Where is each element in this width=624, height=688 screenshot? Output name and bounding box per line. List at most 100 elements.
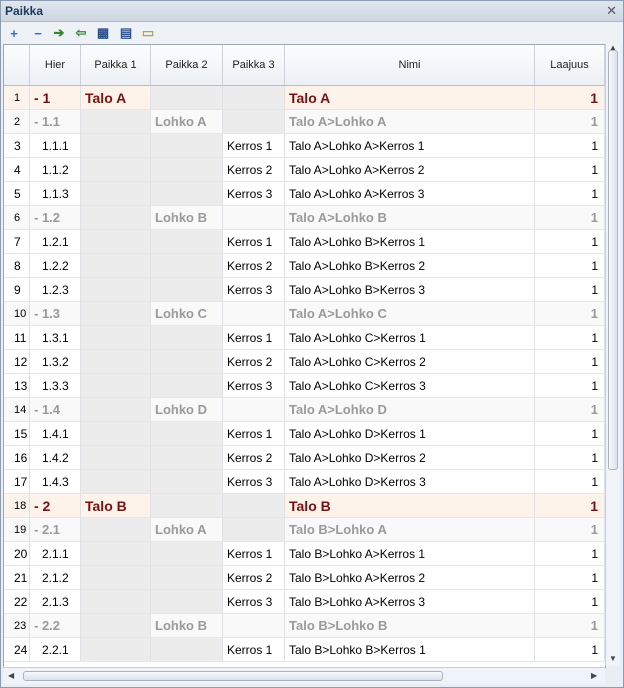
cell-p2[interactable]	[151, 278, 223, 301]
table-row[interactable]: 2- 1.1 Lohko A Talo A>Lohko A1	[4, 110, 605, 134]
table-row[interactable]: 11 1.3.1 Kerros 1 Talo A>Lohko C>Kerros 11	[4, 326, 605, 350]
cell-p2[interactable]	[151, 638, 223, 661]
cell-p3[interactable]	[223, 86, 285, 109]
cell-p1[interactable]	[81, 254, 151, 277]
table-row[interactable]: 22 2.1.3 Kerros 3 Talo B>Lohko A>Kerros 31	[4, 590, 605, 614]
cell-hier[interactable]: - 1.2	[30, 206, 81, 229]
cell-hier[interactable]: 1.3.3	[30, 374, 81, 397]
cell-p3[interactable]	[223, 494, 285, 517]
scroll-down-icon[interactable]: ▼	[609, 654, 617, 663]
cell-n[interactable]: 6	[4, 206, 30, 229]
cell-p3[interactable]: Kerros 2	[223, 158, 285, 181]
cell-nimi[interactable]: Talo A>Lohko A	[285, 110, 535, 133]
cell-laajuus[interactable]: 1	[535, 134, 605, 157]
cell-hier[interactable]: 1.4.3	[30, 470, 81, 493]
table-row[interactable]: 17 1.4.3 Kerros 3 Talo A>Lohko D>Kerros 31	[4, 470, 605, 494]
cell-hier[interactable]: - 1.4	[30, 398, 81, 421]
cell-hier[interactable]: 2.1.3	[30, 590, 81, 613]
cell-p2[interactable]	[151, 446, 223, 469]
cell-p1[interactable]	[81, 182, 151, 205]
cell-laajuus[interactable]: 1	[535, 374, 605, 397]
cell-nimi[interactable]: Talo B>Lohko A	[285, 518, 535, 541]
cell-p3[interactable]	[223, 614, 285, 637]
cell-n[interactable]: 7	[4, 230, 30, 253]
cell-p3[interactable]: Kerros 3	[223, 374, 285, 397]
cell-laajuus[interactable]: 1	[535, 278, 605, 301]
cell-hier[interactable]: - 2.2	[30, 614, 81, 637]
cell-p2[interactable]	[151, 374, 223, 397]
cell-laajuus[interactable]: 1	[535, 230, 605, 253]
cell-p1[interactable]: Talo A	[81, 86, 151, 109]
cell-p3[interactable]: Kerros 1	[223, 326, 285, 349]
cell-p3[interactable]: Kerros 2	[223, 254, 285, 277]
cell-p3[interactable]	[223, 398, 285, 421]
cell-p2[interactable]	[151, 350, 223, 373]
cell-laajuus[interactable]: 1	[535, 398, 605, 421]
table-row[interactable]: 20 2.1.1 Kerros 1 Talo B>Lohko A>Kerros 11	[4, 542, 605, 566]
table-row[interactable]: 3 1.1.1 Kerros 1 Talo A>Lohko A>Kerros 11	[4, 134, 605, 158]
table-row[interactable]: 1- 1 Talo A Talo A1	[4, 86, 605, 110]
cell-nimi[interactable]: Talo A>Lohko C>Kerros 2	[285, 350, 535, 373]
cell-p1[interactable]: Talo B	[81, 494, 151, 517]
cell-p3[interactable]: Kerros 3	[223, 590, 285, 613]
cell-nimi[interactable]: Talo B>Lohko B	[285, 614, 535, 637]
cell-laajuus[interactable]: 1	[535, 302, 605, 325]
cell-nimi[interactable]: Talo B>Lohko A>Kerros 2	[285, 566, 535, 589]
close-icon[interactable]: ✕	[606, 3, 617, 19]
cell-p1[interactable]	[81, 206, 151, 229]
cell-p1[interactable]	[81, 542, 151, 565]
cell-nimi[interactable]: Talo A>Lohko D>Kerros 1	[285, 422, 535, 445]
cell-hier[interactable]: 1.4.2	[30, 446, 81, 469]
cell-n[interactable]: 5	[4, 182, 30, 205]
cell-p2[interactable]	[151, 566, 223, 589]
cell-n[interactable]: 10	[4, 302, 30, 325]
cell-p2[interactable]	[151, 470, 223, 493]
cell-p2[interactable]: Lohko A	[151, 518, 223, 541]
cell-laajuus[interactable]: 1	[535, 590, 605, 613]
cell-hier[interactable]: 2.2.1	[30, 638, 81, 661]
cell-nimi[interactable]: Talo A>Lohko B>Kerros 2	[285, 254, 535, 277]
cell-p1[interactable]	[81, 134, 151, 157]
cell-n[interactable]: 18	[4, 494, 30, 517]
cell-n[interactable]: 15	[4, 422, 30, 445]
cell-n[interactable]: 4	[4, 158, 30, 181]
cell-nimi[interactable]: Talo B	[285, 494, 535, 517]
cell-hier[interactable]: 1.4.1	[30, 422, 81, 445]
cell-p3[interactable]: Kerros 1	[223, 230, 285, 253]
cell-hier[interactable]: 2.1.2	[30, 566, 81, 589]
hier-header[interactable]: Hier	[30, 45, 81, 85]
cell-n[interactable]: 23	[4, 614, 30, 637]
cell-hier[interactable]: 2.1.1	[30, 542, 81, 565]
cell-p3[interactable]: Kerros 2	[223, 446, 285, 469]
paikka2-header[interactable]: Paikka 2	[151, 45, 223, 85]
cell-p3[interactable]: Kerros 1	[223, 542, 285, 565]
cell-nimi[interactable]: Talo A>Lohko A>Kerros 2	[285, 158, 535, 181]
cell-laajuus[interactable]: 1	[535, 446, 605, 469]
cell-p2[interactable]	[151, 542, 223, 565]
cell-n[interactable]: 21	[4, 566, 30, 589]
scroll-right-icon[interactable]: ▶	[591, 671, 597, 680]
cell-laajuus[interactable]: 1	[535, 566, 605, 589]
table-row[interactable]: 9 1.2.3 Kerros 3 Talo A>Lohko B>Kerros 31	[4, 278, 605, 302]
cell-p3[interactable]: Kerros 2	[223, 566, 285, 589]
cell-nimi[interactable]: Talo A>Lohko B	[285, 206, 535, 229]
cell-nimi[interactable]: Talo A>Lohko D>Kerros 3	[285, 470, 535, 493]
cell-laajuus[interactable]: 1	[535, 326, 605, 349]
cell-laajuus[interactable]: 1	[535, 542, 605, 565]
cell-hier[interactable]: 1.3.2	[30, 350, 81, 373]
grid-icon[interactable]: ▤	[118, 25, 134, 41]
cell-nimi[interactable]: Talo A>Lohko B>Kerros 1	[285, 230, 535, 253]
horizontal-scrollbar[interactable]: ◀ ▶	[3, 667, 605, 684]
cell-n[interactable]: 22	[4, 590, 30, 613]
arrow-left-icon[interactable]: ⇦	[73, 25, 89, 41]
cell-p2[interactable]	[151, 254, 223, 277]
cell-p3[interactable]	[223, 110, 285, 133]
cell-laajuus[interactable]: 1	[535, 614, 605, 637]
cell-nimi[interactable]: Talo A	[285, 86, 535, 109]
cell-hier[interactable]: - 1	[30, 86, 81, 109]
remove-icon[interactable]: −	[30, 25, 46, 41]
cell-laajuus[interactable]: 1	[535, 422, 605, 445]
paikka1-header[interactable]: Paikka 1	[81, 45, 151, 85]
cell-hier[interactable]: 1.2.3	[30, 278, 81, 301]
cell-nimi[interactable]: Talo A>Lohko C>Kerros 3	[285, 374, 535, 397]
